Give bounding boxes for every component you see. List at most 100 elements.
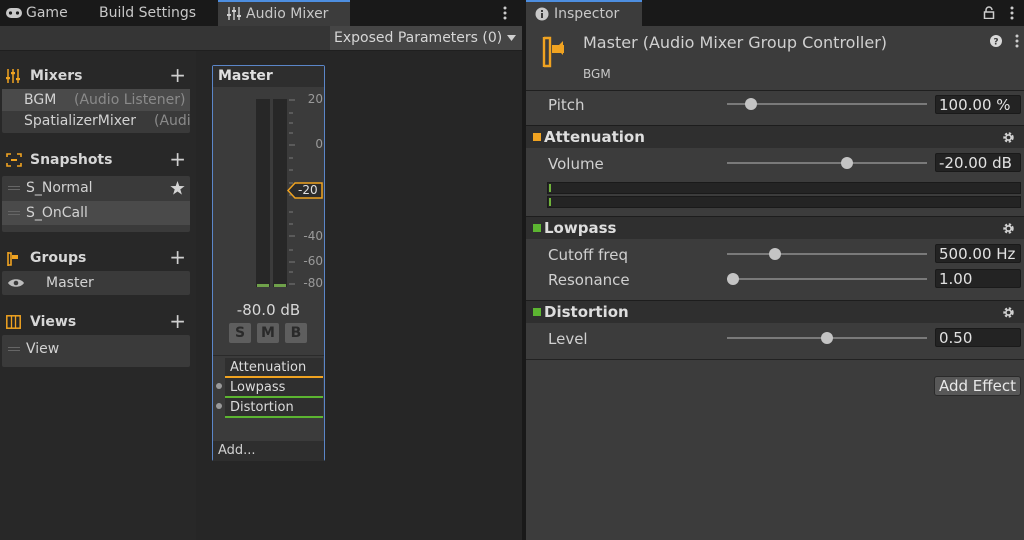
distortion-header[interactable]: Distortion: [526, 300, 1024, 323]
db-readout: -80.0 dB: [236, 301, 301, 319]
bypass-button[interactable]: B: [285, 323, 307, 343]
lowpass-header[interactable]: Lowpass: [526, 216, 1024, 239]
star-icon[interactable]: [170, 181, 185, 195]
inspector-title: Master (Audio Mixer Group Controller): [583, 33, 888, 52]
mixer-sliders-icon: [6, 69, 20, 83]
resonance-slider[interactable]: [727, 278, 927, 280]
groups-title: Groups: [30, 250, 87, 266]
effect-label: Attenuation: [230, 360, 307, 375]
add-effect-button[interactable]: Add Effect: [934, 376, 1021, 396]
effect-send-dot[interactable]: [216, 403, 222, 409]
gear-icon[interactable]: [1002, 306, 1015, 319]
eye-icon[interactable]: [8, 278, 24, 288]
tab-game[interactable]: Game: [0, 0, 90, 26]
scale-label: -80: [303, 276, 323, 290]
snapshot-item-name: S_Normal: [26, 180, 93, 196]
gear-icon[interactable]: [1002, 131, 1015, 144]
svg-text:?: ?: [993, 38, 998, 48]
volume-slider-knob[interactable]: [841, 157, 853, 169]
exposed-parameters-label: Exposed Parameters (0): [334, 30, 503, 46]
level-meter-right: [273, 99, 287, 287]
views-icon: [6, 315, 21, 329]
tab-audio-mixer-label: Audio Mixer: [246, 6, 329, 22]
mixer-item-spatializer[interactable]: SpatializerMixer (Audi: [2, 110, 190, 132]
meter-fill: [549, 184, 551, 192]
drag-handle-icon[interactable]: [8, 211, 20, 215]
cutoff-slider[interactable]: [727, 253, 927, 255]
mixers-list: BGM (Audio Listener) SpatializerMixer (A…: [2, 89, 190, 133]
add-snapshot-button[interactable]: +: [169, 148, 186, 170]
add-group-button[interactable]: +: [169, 246, 186, 268]
level-slider-knob[interactable]: [821, 332, 833, 344]
effect-label: Lowpass: [230, 380, 286, 395]
attenuation-header[interactable]: Attenuation: [526, 125, 1024, 148]
cutoff-field[interactable]: 500.00 Hz: [935, 244, 1021, 263]
views-title: Views: [30, 314, 77, 330]
resonance-label: Resonance: [548, 271, 630, 289]
inspector-menu-icon[interactable]: [1010, 6, 1022, 20]
meter-fill: [549, 198, 551, 206]
mixer-channel-strip[interactable]: Master 20 0 -40 -60 -80 -20 -80.0 dB S M…: [212, 65, 325, 461]
dropdown-arrow-icon: [507, 35, 516, 41]
volume-slider[interactable]: [727, 162, 927, 164]
tab-build-settings[interactable]: Build Settings: [99, 0, 217, 26]
view-item[interactable]: View: [2, 337, 190, 361]
group-item-name: Master: [46, 275, 94, 291]
mixers-section-header: Mixers +: [0, 64, 196, 88]
add-mixer-button[interactable]: +: [169, 64, 186, 86]
group-item-master[interactable]: Master: [2, 271, 190, 295]
inspector-header: Master (Audio Mixer Group Controller) BG…: [526, 26, 1024, 90]
volume-field[interactable]: -20.00 dB: [935, 153, 1021, 172]
pitch-field[interactable]: 100.00 %: [935, 95, 1021, 114]
volume-fader-handle[interactable]: -20: [287, 182, 323, 199]
strip-title: Master: [213, 66, 324, 87]
cutoff-slider-knob[interactable]: [769, 248, 781, 260]
solo-button[interactable]: S: [229, 323, 251, 343]
snapshot-item-normal[interactable]: S_Normal: [2, 176, 190, 200]
group-controller-icon: [540, 36, 568, 68]
scale-label: 20: [307, 92, 323, 106]
mixer-item-bgm[interactable]: BGM (Audio Listener): [2, 89, 190, 111]
add-effect-label: Add Effect: [939, 377, 1016, 395]
level-field[interactable]: 0.50: [935, 328, 1021, 347]
left-panel-menu-icon[interactable]: [503, 6, 515, 20]
views-section-header: Views +: [0, 310, 196, 334]
drag-handle-icon[interactable]: [8, 347, 20, 351]
lock-icon[interactable]: [983, 6, 995, 19]
info-icon: [535, 7, 549, 21]
tab-inspector[interactable]: Inspector: [526, 0, 642, 26]
add-effect-strip-button[interactable]: Add...: [213, 441, 324, 461]
pitch-slider-knob[interactable]: [745, 98, 757, 110]
snapshot-icon: [6, 153, 22, 167]
effect-label: Distortion: [230, 400, 294, 415]
gear-icon[interactable]: [1002, 222, 1015, 235]
snapshot-item-name: S_OnCall: [26, 205, 88, 221]
groups-section-header: Groups +: [0, 246, 196, 270]
tab-build-settings-label: Build Settings: [99, 5, 197, 21]
resonance-field[interactable]: 1.00: [935, 269, 1021, 288]
view-item-name: View: [26, 341, 60, 357]
effect-attenuation[interactable]: Attenuation: [225, 358, 323, 378]
effect-lowpass[interactable]: Lowpass: [225, 378, 323, 398]
tab-audio-mixer[interactable]: Audio Mixer: [218, 0, 350, 26]
effect-send-dot[interactable]: [216, 383, 222, 389]
help-icon[interactable]: ?: [990, 35, 1002, 47]
level-meter-left: [256, 99, 270, 287]
more-options-icon[interactable]: [1015, 34, 1019, 48]
mixers-title: Mixers: [30, 68, 83, 84]
drag-handle-icon[interactable]: [8, 186, 20, 190]
tab-inspector-label: Inspector: [554, 6, 620, 22]
scale-label: 0: [315, 137, 323, 151]
exposed-parameters-dropdown[interactable]: Exposed Parameters (0): [330, 26, 522, 50]
snapshot-item-oncall[interactable]: S_OnCall: [2, 201, 190, 225]
tab-game-label: Game: [26, 5, 68, 21]
right-tab-bar: Inspector: [526, 0, 1024, 26]
mute-button[interactable]: M: [257, 323, 279, 343]
effect-distortion[interactable]: Distortion: [225, 398, 323, 418]
resonance-slider-knob[interactable]: [727, 273, 739, 285]
pitch-slider[interactable]: [727, 103, 927, 105]
add-view-button[interactable]: +: [169, 310, 186, 332]
meter-level: [257, 284, 269, 287]
mixer-item-detail: (Audio Listener): [74, 92, 186, 108]
lowpass-color-square: [533, 224, 541, 232]
